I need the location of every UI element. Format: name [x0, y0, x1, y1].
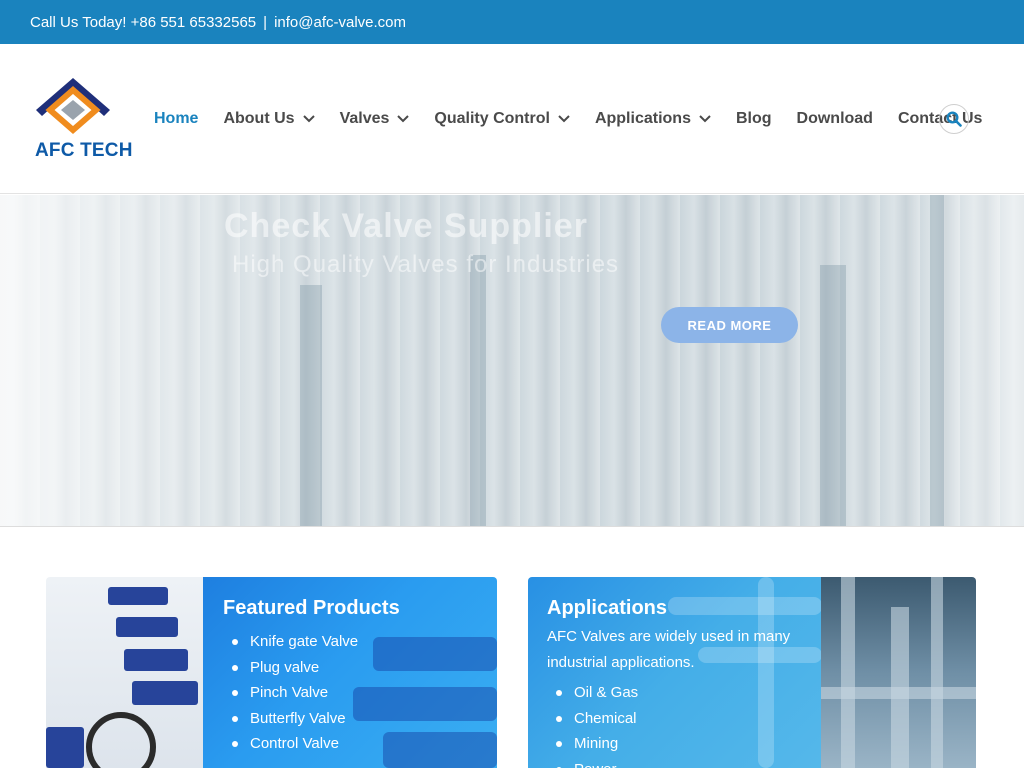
hero-subtitle: High Quality Valves for Industries	[232, 251, 620, 278]
applications-card[interactable]: Applications AFC Valves are widely used …	[528, 577, 976, 768]
featured-products-card[interactable]: Featured Products Knife gate Valve Plug …	[46, 577, 497, 768]
main-nav: Home About Us Valves Quality Control App…	[154, 104, 1007, 134]
application-link[interactable]: Oil & Gas	[547, 680, 638, 706]
featured-products-list: Knife gate Valve Plug valve Pinch Valve …	[223, 629, 358, 757]
nav-valves[interactable]: Valves	[340, 110, 410, 128]
top-contact-bar: Call Us Today! +86 551 65332565 | info@a…	[0, 0, 1024, 44]
pipes-photo	[821, 577, 976, 768]
nav-download[interactable]: Download	[797, 110, 873, 128]
applications-title: Applications	[547, 597, 668, 619]
email-link[interactable]: info@afc-valve.com	[274, 14, 406, 31]
valves-photo	[46, 577, 204, 768]
hero-bg-tower	[300, 285, 322, 526]
application-link[interactable]: Power	[547, 757, 638, 768]
chevron-down-icon	[699, 115, 711, 123]
nav-quality-control[interactable]: Quality Control	[434, 110, 570, 128]
product-link[interactable]: Control Valve	[223, 731, 358, 757]
application-link[interactable]: Chemical	[547, 706, 638, 732]
applications-text: AFC Valves are widely used in many indus…	[547, 628, 791, 671]
search-button[interactable]	[939, 104, 969, 134]
application-link[interactable]: Mining	[547, 731, 638, 757]
nav-blog[interactable]: Blog	[736, 110, 772, 128]
product-link[interactable]: Pinch Valve	[223, 680, 358, 706]
logo-text: AFC TECH	[35, 140, 133, 161]
search-icon	[946, 111, 962, 127]
hero-bg-tower	[930, 195, 944, 526]
nav-applications[interactable]: Applications	[595, 110, 711, 128]
read-more-button[interactable]: READ MORE	[661, 307, 798, 343]
topbar-separator: |	[263, 13, 268, 31]
nav-about-us[interactable]: About Us	[223, 110, 315, 128]
site-logo[interactable]: AFC TECH	[34, 76, 133, 166]
chevron-down-icon	[302, 115, 315, 123]
site-header: AFC TECH Home About Us Valves Quality Co…	[0, 44, 1024, 194]
hero-title: Check Valve Supplier	[224, 207, 588, 245]
logo-mark-icon	[36, 78, 110, 134]
product-link[interactable]: Knife gate Valve	[223, 629, 358, 655]
product-link[interactable]: Plug valve	[223, 655, 358, 681]
chevron-down-icon	[558, 115, 570, 123]
product-link[interactable]: Butterfly Valve	[223, 706, 358, 732]
hero-bg-tower	[470, 255, 486, 526]
hero-slider: Check Valve Supplier High Quality Valves…	[0, 195, 1024, 527]
hero-bg-tower	[820, 265, 846, 526]
featured-products-title: Featured Products	[223, 597, 400, 619]
phone-text[interactable]: Call Us Today! +86 551 65332565	[30, 14, 256, 31]
applications-list: Oil & Gas Chemical Mining Power	[547, 680, 638, 768]
nav-home[interactable]: Home	[154, 110, 198, 128]
chevron-down-icon	[397, 115, 410, 123]
